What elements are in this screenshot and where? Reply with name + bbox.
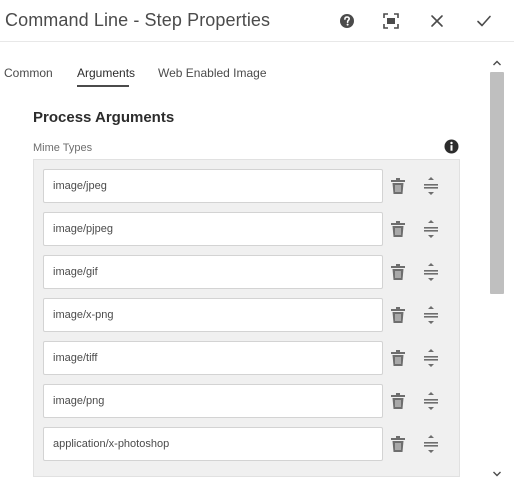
- drag-handle-icon: [424, 263, 438, 281]
- scroll-track[interactable]: [490, 72, 504, 467]
- drag-handle-icon: [424, 349, 438, 367]
- help-button[interactable]: [335, 9, 359, 33]
- scroll-thumb[interactable]: [490, 72, 504, 294]
- dialog-header: Command Line - Step Properties: [0, 0, 514, 42]
- delete-button[interactable]: [389, 435, 407, 453]
- mime-type-input[interactable]: image/tiff: [43, 341, 383, 375]
- scroll-down-button[interactable]: [490, 467, 504, 477]
- mime-type-row: image/x-png: [43, 298, 453, 332]
- drag-handle-icon: [424, 392, 438, 410]
- mime-type-input[interactable]: image/gif: [43, 255, 383, 289]
- trash-icon: [391, 436, 405, 452]
- fullscreen-button[interactable]: [379, 9, 403, 33]
- close-button[interactable]: [425, 9, 449, 33]
- reorder-handle[interactable]: [422, 177, 440, 195]
- close-icon: [431, 15, 443, 27]
- trash-icon: [391, 264, 405, 280]
- tab-web-enabled-image[interactable]: Web Enabled Image: [158, 66, 267, 80]
- trash-icon: [391, 393, 405, 409]
- trash-icon: [391, 350, 405, 366]
- reorder-handle[interactable]: [422, 263, 440, 281]
- scroll-up-button[interactable]: [490, 56, 504, 70]
- delete-button[interactable]: [389, 306, 407, 324]
- mime-types-multifield: image/jpeg image/pjpeg image/gif image/x…: [33, 159, 460, 477]
- trash-icon: [391, 178, 405, 194]
- info-icon[interactable]: [444, 139, 459, 154]
- done-button[interactable]: [472, 9, 496, 33]
- selected-tab-indicator: [77, 85, 129, 87]
- vertical-scrollbar[interactable]: [490, 56, 504, 477]
- tab-arguments[interactable]: Arguments: [77, 66, 135, 80]
- fullscreen-icon: [383, 13, 399, 29]
- mime-types-label: Mime Types: [33, 142, 93, 154]
- chevron-down-icon: [493, 471, 501, 477]
- reorder-handle[interactable]: [422, 392, 440, 410]
- drag-handle-icon: [424, 306, 438, 324]
- trash-icon: [391, 221, 405, 237]
- reorder-handle[interactable]: [422, 349, 440, 367]
- reorder-handle[interactable]: [422, 435, 440, 453]
- drag-handle-icon: [424, 435, 438, 453]
- tab-list: Common Arguments Web Enabled Image: [0, 42, 490, 88]
- checkmark-icon: [477, 15, 491, 27]
- delete-button[interactable]: [389, 349, 407, 367]
- mime-type-input[interactable]: image/png: [43, 384, 383, 418]
- section-title: Process Arguments: [33, 109, 175, 126]
- mime-type-row: image/jpeg: [43, 169, 453, 203]
- mime-type-input[interactable]: image/pjpeg: [43, 212, 383, 246]
- reorder-handle[interactable]: [422, 220, 440, 238]
- mime-type-row: application/x-photoshop: [43, 427, 453, 461]
- drag-handle-icon: [424, 177, 438, 195]
- mime-type-input[interactable]: image/jpeg: [43, 169, 383, 203]
- delete-button[interactable]: [389, 263, 407, 281]
- mime-type-row: image/tiff: [43, 341, 453, 375]
- mime-type-input[interactable]: image/x-png: [43, 298, 383, 332]
- tab-common[interactable]: Common: [4, 66, 53, 80]
- delete-button[interactable]: [389, 177, 407, 195]
- drag-handle-icon: [424, 220, 438, 238]
- reorder-handle[interactable]: [422, 306, 440, 324]
- dialog-title: Command Line - Step Properties: [5, 10, 271, 30]
- delete-button[interactable]: [389, 220, 407, 238]
- trash-icon: [391, 307, 405, 323]
- delete-button[interactable]: [389, 392, 407, 410]
- mime-type-row: image/png: [43, 384, 453, 418]
- mime-type-row: image/pjpeg: [43, 212, 453, 246]
- chevron-up-icon: [493, 60, 501, 66]
- mime-type-input[interactable]: application/x-photoshop: [43, 427, 383, 461]
- mime-type-row: image/gif: [43, 255, 453, 289]
- step-properties-dialog: Command Line - Step Properties Common Ar…: [0, 0, 514, 477]
- help-icon: [340, 14, 354, 28]
